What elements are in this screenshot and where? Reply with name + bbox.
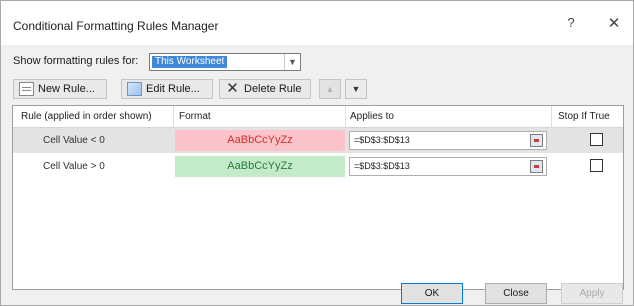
- close-button[interactable]: Close: [485, 283, 547, 304]
- applies-to-input[interactable]: =$D$3:$D$13: [349, 131, 547, 150]
- applies-to-input[interactable]: =$D$3:$D$13: [349, 157, 547, 176]
- applies-to-value: =$D$3:$D$13: [354, 135, 410, 145]
- format-preview: AaBbCcYyZz: [175, 130, 345, 151]
- applies-to-value: =$D$3:$D$13: [354, 161, 410, 171]
- rules-grid: Rule (applied in order shown) Format App…: [12, 105, 624, 290]
- format-preview: AaBbCcYyZz: [175, 156, 345, 177]
- column-header-stop-if-true: Stop If True: [558, 111, 610, 122]
- rule-condition: Cell Value > 0: [43, 161, 105, 172]
- move-down-button[interactable]: ▼: [345, 79, 367, 99]
- show-rules-dropdown[interactable]: This Worksheet ▼: [149, 53, 301, 71]
- close-icon[interactable]: ✕: [605, 15, 623, 33]
- column-header-format: Format: [179, 111, 211, 122]
- range-select-icon[interactable]: [530, 160, 543, 173]
- chevron-down-icon[interactable]: ▼: [284, 54, 300, 70]
- new-rule-label: New Rule...: [38, 83, 95, 95]
- delete-rule-label: Delete Rule: [244, 83, 302, 95]
- move-up-button[interactable]: ▲: [319, 79, 341, 99]
- stop-if-true-checkbox[interactable]: [590, 133, 603, 146]
- rules-grid-header: Rule (applied in order shown) Format App…: [13, 106, 623, 128]
- edit-rule-icon: [127, 82, 142, 96]
- column-header-applies-to: Applies to: [350, 111, 394, 122]
- help-button[interactable]: ?: [563, 15, 579, 33]
- ok-button[interactable]: OK: [401, 283, 463, 304]
- edit-rule-label: Edit Rule...: [146, 83, 200, 95]
- column-header-rule: Rule (applied in order shown): [21, 111, 152, 122]
- edit-rule-button[interactable]: Edit Rule...: [121, 79, 213, 99]
- rule-row[interactable]: Cell Value > 0 AaBbCcYyZz =$D$3:$D$13: [13, 154, 623, 179]
- show-rules-label: Show formatting rules for:: [13, 55, 139, 67]
- stop-if-true-checkbox[interactable]: [590, 159, 603, 172]
- column-divider: [551, 106, 552, 128]
- rule-row[interactable]: Cell Value < 0 AaBbCcYyZz =$D$3:$D$13: [13, 128, 623, 153]
- new-rule-button[interactable]: New Rule...: [13, 79, 107, 99]
- delete-x-icon: ✕: [226, 80, 239, 97]
- delete-rule-button[interactable]: ✕ Delete Rule: [219, 79, 311, 99]
- rule-condition: Cell Value < 0: [43, 135, 105, 146]
- column-divider: [345, 106, 346, 128]
- column-divider: [173, 106, 174, 128]
- range-select-icon[interactable]: [530, 134, 543, 147]
- apply-button[interactable]: Apply: [561, 283, 623, 304]
- show-rules-selected-value: This Worksheet: [152, 56, 228, 68]
- conditional-formatting-dialog: Conditional Formatting Rules Manager ? ✕…: [0, 0, 634, 306]
- dialog-title: Conditional Formatting Rules Manager: [13, 19, 219, 33]
- new-rule-icon: [19, 82, 34, 96]
- title-bar: Conditional Formatting Rules Manager ? ✕: [1, 1, 633, 45]
